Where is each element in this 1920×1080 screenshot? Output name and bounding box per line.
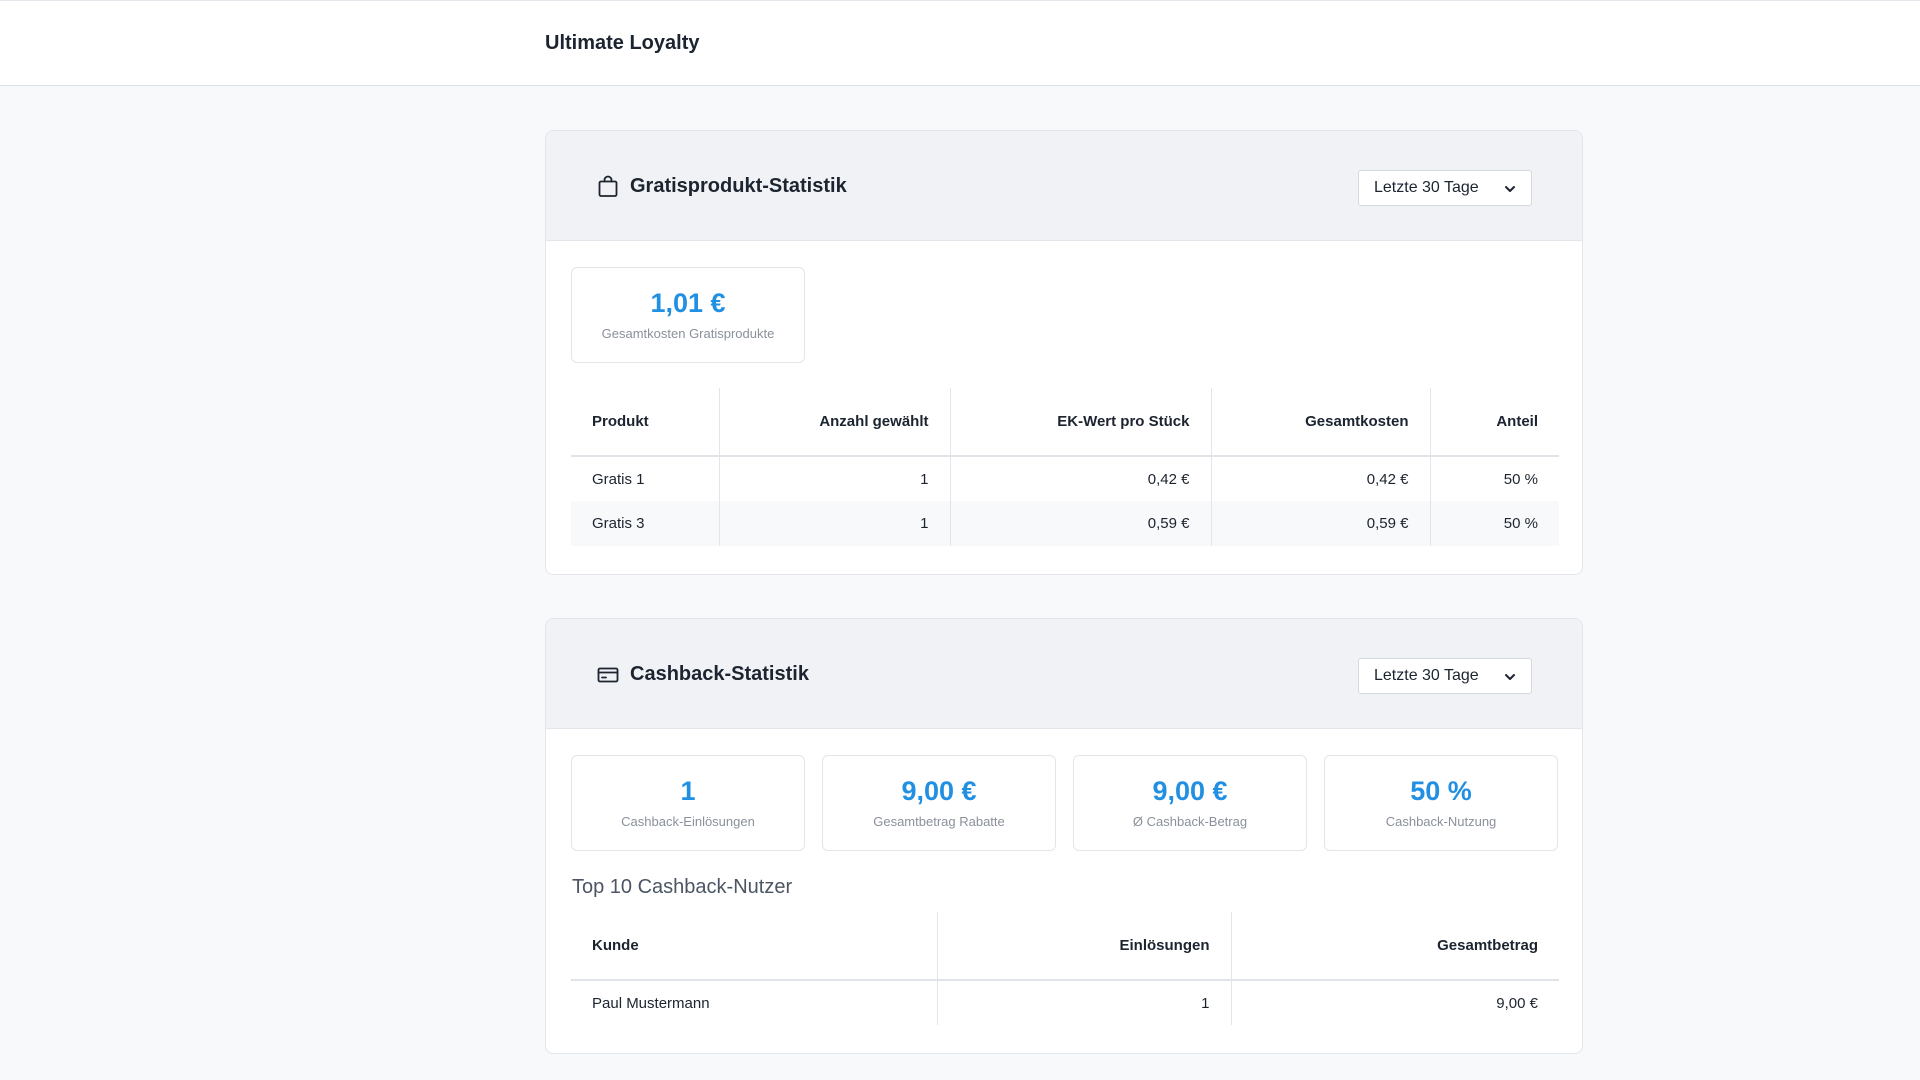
table-header-row: Produkt Anzahl gewählt EK-Wert pro Stück…: [571, 388, 1559, 457]
table-cell: 50 %: [1429, 501, 1559, 546]
table-cell: 9,00 €: [1230, 980, 1559, 1025]
top-bar: Ultimate Loyalty: [0, 0, 1920, 86]
table-cell: 50 %: [1429, 456, 1559, 501]
column-header[interactable]: Gesamtkosten: [1210, 388, 1430, 457]
table-cell: Paul Mustermann: [592, 994, 710, 1012]
column-header[interactable]: Produkt: [571, 388, 719, 457]
stat-value: 50 %: [1410, 776, 1472, 806]
table-cell: Gratis 3: [571, 501, 719, 546]
credit-card-icon: [597, 667, 619, 683]
cashback-period-select[interactable]: Letzte 30 Tage: [1358, 658, 1532, 694]
column-header[interactable]: EK-Wert pro Stück: [949, 388, 1211, 457]
stat-tile-gesamtkosten: 1,01 € Gesamtkosten Gratisprodukte: [571, 267, 805, 363]
top-users-heading: Top 10 Cashback-Nutzer: [572, 876, 793, 898]
column-header[interactable]: Gesamtbetrag: [1230, 912, 1559, 981]
app-title: Ultimate Loyalty: [545, 32, 700, 54]
stat-value: 9,00 €: [1152, 776, 1228, 806]
stat-label: Cashback-Einlösungen: [621, 814, 755, 829]
table-cell: Gratis 1: [592, 470, 645, 488]
column-header[interactable]: Anteil: [1429, 388, 1559, 457]
column-header[interactable]: Kunde: [571, 912, 937, 981]
table-row: Gratis 1 1 0,42 € 0,42 € 50 %: [571, 456, 1559, 501]
cashback-card-header: Cashback-Statistik Letzte 30 Tage: [546, 619, 1582, 729]
cashback-card-title: Cashback-Statistik: [630, 663, 809, 685]
stat-value: 1: [680, 776, 696, 806]
column-header[interactable]: Einlösungen: [936, 912, 1231, 981]
cashback-period-value: Letzte 30 Tage: [1374, 667, 1479, 684]
table-cell: 1: [718, 456, 950, 501]
stat-tile-gesamtbetrag-rabatte: 9,00 € Gesamtbetrag Rabatte: [822, 755, 1056, 851]
stat-tile-avg-cashback: 9,00 € Ø Cashback-Betrag: [1073, 755, 1307, 851]
chevron-down-icon: [1505, 186, 1515, 192]
chevron-down-icon: [1505, 674, 1515, 680]
gratis-products-table: Produkt Anzahl gewählt EK-Wert pro Stück…: [571, 388, 1559, 546]
table-cell: 0,42 €: [1210, 456, 1430, 501]
stat-tile-einloesungen: 1 Cashback-Einlösungen: [571, 755, 805, 851]
table-row: Gratis 3 1 0,59 € 0,59 € 50 %: [571, 501, 1559, 546]
shopping-bag-icon: [598, 175, 618, 197]
stat-value: 9,00 €: [901, 776, 977, 806]
table-cell: 1: [718, 501, 950, 546]
gratis-period-value: Letzte 30 Tage: [1374, 179, 1479, 196]
gratis-statistics-card: Gratisprodukt-Statistik Letzte 30 Tage 1…: [545, 130, 1583, 575]
stat-label: Cashback-Nutzung: [1385, 814, 1497, 829]
table-cell: 1: [936, 980, 1231, 1025]
top-cashback-users-table: Kunde Einlösungen Gesamtbetrag Paul Must…: [571, 912, 1559, 1025]
stat-tile-cashback-nutzung: 50 % Cashback-Nutzung: [1324, 755, 1558, 851]
stat-label: Gesamtbetrag Rabatte: [873, 814, 1005, 829]
table-row: Paul Mustermann 1 9,00 €: [571, 980, 1559, 1025]
stat-label: Gesamtkosten Gratisprodukte: [601, 326, 775, 341]
cashback-statistics-card: Cashback-Statistik Letzte 30 Tage 1 Cash…: [545, 618, 1583, 1054]
stat-label: Ø Cashback-Betrag: [1132, 814, 1248, 829]
table-cell: 0,59 €: [949, 501, 1211, 546]
column-header[interactable]: Anzahl gewählt: [718, 388, 950, 457]
gratis-period-select[interactable]: Letzte 30 Tage: [1358, 170, 1532, 206]
table-header-row: Kunde Einlösungen Gesamtbetrag: [571, 912, 1559, 981]
table-cell: 0,42 €: [949, 456, 1211, 501]
table-cell: 0,59 €: [1210, 501, 1430, 546]
stat-value: 1,01 €: [650, 288, 726, 318]
gratis-card-header: Gratisprodukt-Statistik Letzte 30 Tage: [546, 131, 1582, 241]
gratis-card-title: Gratisprodukt-Statistik: [630, 175, 847, 197]
